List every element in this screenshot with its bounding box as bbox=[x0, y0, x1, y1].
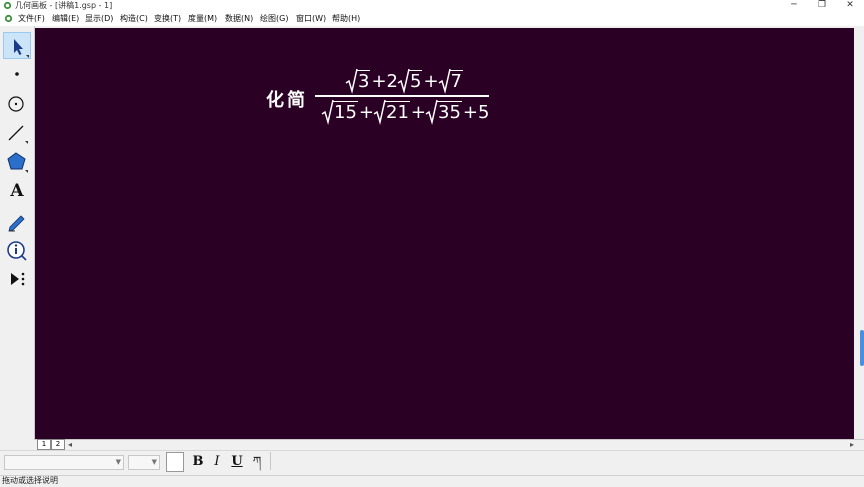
point-icon bbox=[15, 72, 19, 76]
radical: 3 bbox=[345, 68, 371, 94]
radical-sign-icon bbox=[373, 99, 386, 125]
menu-graph[interactable]: 绘图(G) bbox=[260, 12, 288, 26]
italic-button[interactable]: I bbox=[209, 453, 225, 470]
radical-sign-icon bbox=[397, 68, 410, 94]
bold-button[interactable]: B bbox=[190, 453, 206, 470]
page-tab-2[interactable]: 2 bbox=[51, 439, 65, 450]
document-icon[interactable] bbox=[4, 14, 13, 23]
menu-help[interactable]: 帮助(H) bbox=[332, 12, 360, 26]
menu-edit[interactable]: 编辑(E) bbox=[52, 12, 79, 26]
menu-transform[interactable]: 变换(T) bbox=[154, 12, 181, 26]
point-tool[interactable] bbox=[3, 61, 31, 88]
radical: 15 bbox=[321, 99, 358, 125]
math-format-button[interactable]: ཀ bbox=[249, 453, 265, 470]
information-tool[interactable] bbox=[3, 237, 31, 264]
status-text: 拖动或选择说明 bbox=[2, 476, 58, 485]
radical: 21 bbox=[373, 99, 410, 125]
denominator: 15 +21 +35 +5 bbox=[321, 99, 489, 125]
status-bar bbox=[0, 475, 864, 487]
radical: 35 bbox=[425, 99, 462, 125]
vertical-scroll-thumb[interactable] bbox=[860, 330, 864, 366]
menu-data[interactable]: 数据(N) bbox=[225, 12, 253, 26]
scroll-right-icon[interactable]: ▸ bbox=[850, 439, 854, 450]
arrow-cursor-icon bbox=[14, 39, 29, 58]
chevron-down-icon: ▼ bbox=[115, 458, 121, 466]
arrow-tool[interactable] bbox=[3, 32, 31, 59]
toolbar-divider bbox=[270, 452, 271, 470]
page-tab-1[interactable]: 1 bbox=[37, 439, 51, 450]
restore-button[interactable]: ❐ bbox=[808, 0, 836, 12]
close-button[interactable]: ✕ bbox=[836, 0, 864, 12]
radical: 5 bbox=[397, 68, 423, 94]
menu-display[interactable]: 显示(D) bbox=[85, 12, 113, 26]
info-icon bbox=[7, 241, 27, 261]
marker-tool[interactable] bbox=[3, 207, 31, 234]
compass-tool[interactable] bbox=[3, 90, 31, 117]
font-select[interactable]: ▼ bbox=[4, 455, 124, 470]
app-logo-icon bbox=[3, 1, 12, 10]
menu-file[interactable]: 文件(F) bbox=[18, 12, 45, 26]
custom-tool[interactable] bbox=[3, 266, 31, 293]
play-more-icon bbox=[11, 272, 25, 286]
line-segment-icon bbox=[8, 125, 28, 144]
menu-window[interactable]: 窗口(W) bbox=[296, 12, 326, 26]
font-size-select[interactable]: ▼ bbox=[128, 455, 160, 470]
radical-sign-icon bbox=[345, 68, 358, 94]
circle-icon bbox=[8, 96, 24, 112]
expression-label: 化简 bbox=[266, 90, 308, 111]
text-tool[interactable]: A bbox=[3, 178, 31, 205]
radical-sign-icon bbox=[438, 68, 451, 94]
radical-sign-icon bbox=[425, 99, 438, 125]
pen-icon bbox=[8, 215, 25, 232]
fraction-bar bbox=[315, 95, 489, 97]
title-bar: 几何画板 - [讲稿1.gsp - 1] ─ ❐ ✕ bbox=[0, 0, 864, 12]
menu-measure[interactable]: 度量(M) bbox=[188, 12, 217, 26]
scroll-left-icon[interactable]: ◂ bbox=[68, 439, 72, 450]
window-title: 几何画板 - [讲稿1.gsp - 1] bbox=[15, 1, 113, 10]
underline-button[interactable]: U bbox=[229, 453, 245, 470]
numerator: 3 +2 5 +7 bbox=[345, 68, 464, 94]
radical-sign-icon bbox=[321, 99, 334, 125]
menu-bar: 文件(F) 编辑(E) 显示(D) 构造(C) 变换(T) 度量(M) 数据(N… bbox=[0, 12, 864, 26]
text-color-swatch[interactable] bbox=[166, 452, 184, 472]
radical: 7 bbox=[438, 68, 463, 94]
polygon-icon bbox=[7, 152, 28, 173]
menu-construct[interactable]: 构造(C) bbox=[120, 12, 148, 26]
vertical-scrollbar[interactable] bbox=[855, 28, 864, 439]
sketch-canvas[interactable]: 化简 3 +2 5 +7 15 +21 +35 +5 bbox=[35, 28, 854, 439]
minimize-button[interactable]: ─ bbox=[780, 0, 808, 12]
straightedge-tool[interactable] bbox=[3, 119, 31, 146]
polygon-tool[interactable] bbox=[3, 148, 31, 175]
chevron-down-icon: ▼ bbox=[151, 458, 157, 466]
toolbox: A bbox=[0, 26, 35, 440]
text-tool-label: A bbox=[10, 181, 24, 201]
